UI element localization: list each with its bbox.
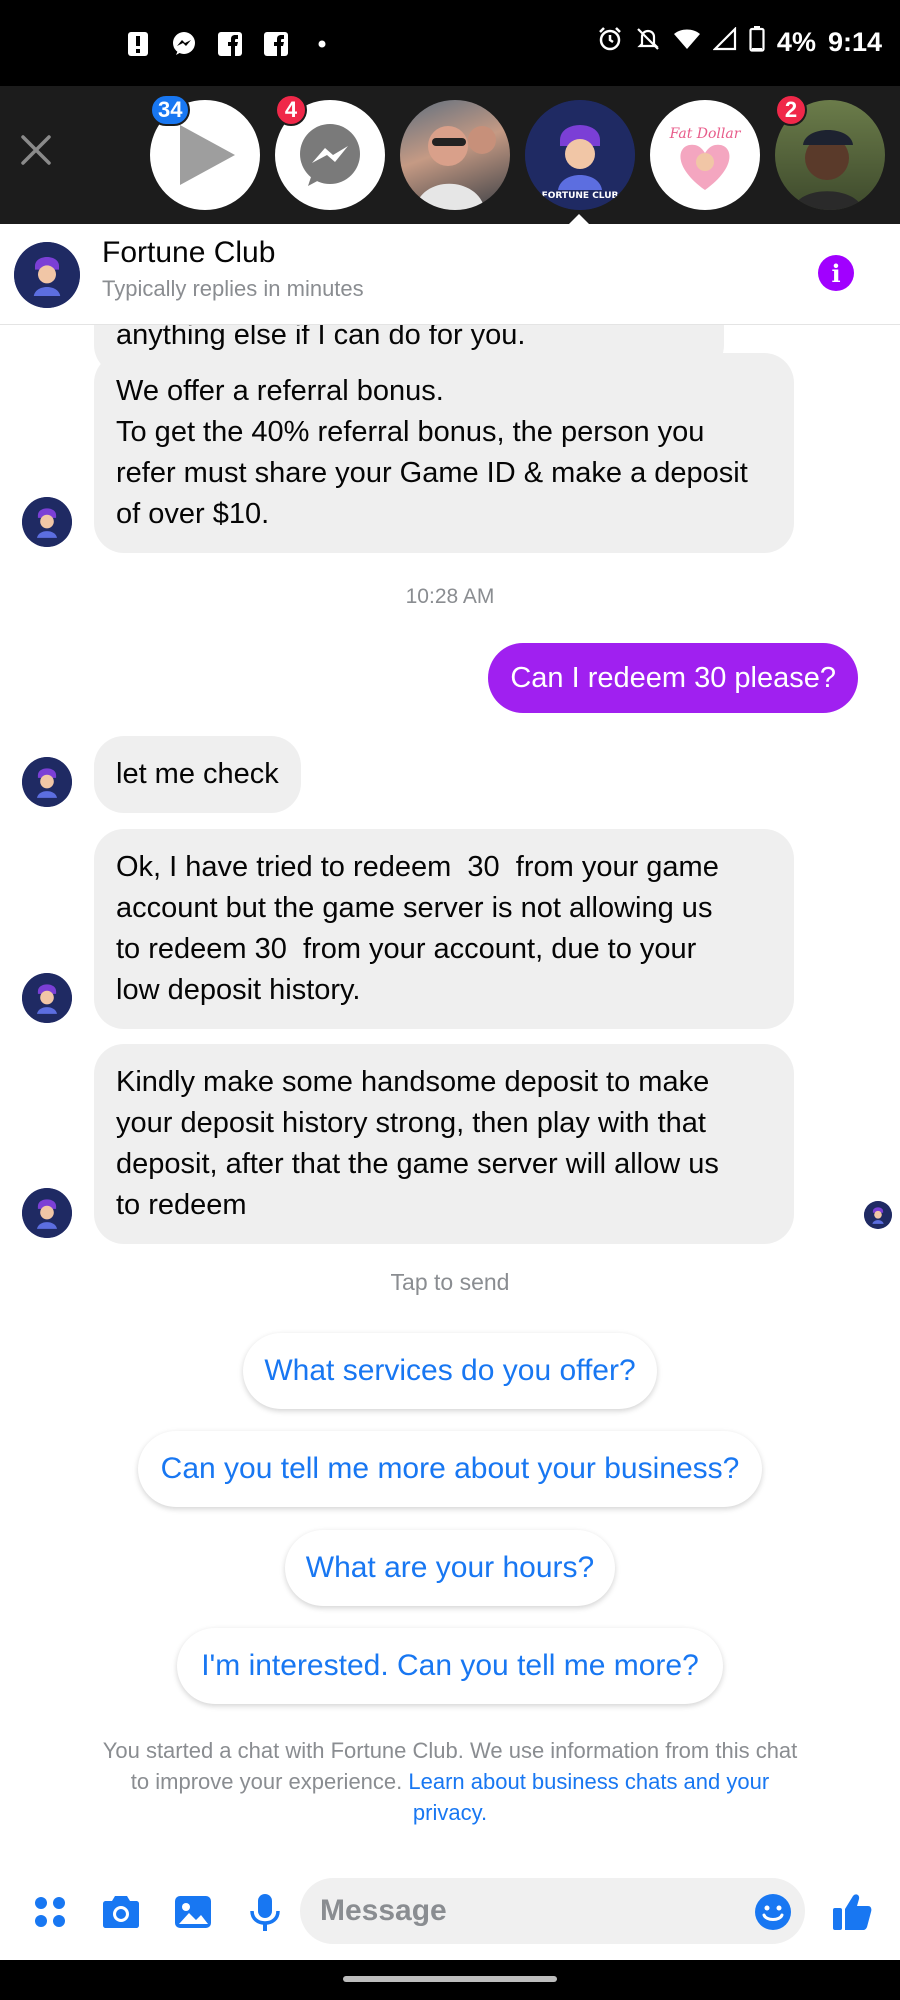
privacy-link[interactable]: Learn about business chats and your priv…	[408, 1769, 769, 1825]
quick-reply-business[interactable]: Can you tell me more about your business…	[138, 1431, 762, 1507]
message-input[interactable]	[300, 1878, 805, 1944]
close-icon[interactable]	[14, 128, 58, 172]
fortune-club-logo	[864, 1201, 892, 1229]
message-text: of over $10.	[116, 498, 270, 530]
message-text: let me check	[116, 758, 279, 790]
message-text: anything else if I can do for you.	[116, 325, 526, 351]
person-photo-icon	[415, 126, 496, 210]
message-text: to redeem	[116, 1189, 247, 1221]
message-text: refer must share your Game ID & make a d…	[116, 457, 748, 489]
fat-dollar-head[interactable]: Fat Dollar	[650, 100, 760, 210]
fortune-club-logo	[22, 757, 72, 807]
system-nav-bar	[0, 1960, 900, 2000]
fortune-club-logo: FORTUNE CLUB	[525, 100, 635, 210]
fortune-club-head[interactable]: FORTUNE CLUB	[525, 100, 635, 210]
sender-avatar[interactable]	[22, 1188, 72, 1238]
status-bar: 4% 9:14	[0, 0, 900, 86]
signal-icon	[712, 26, 737, 58]
unread-badge: 4	[275, 94, 307, 126]
notification-icons	[124, 30, 336, 58]
composer	[0, 1870, 900, 1960]
sender-avatar[interactable]	[22, 757, 72, 807]
like-icon[interactable]	[830, 1890, 874, 1934]
fortune-club-logo	[22, 973, 72, 1023]
svg-text:Fat Dollar: Fat Dollar	[669, 126, 742, 142]
system-status: 4% 9:14	[597, 26, 882, 59]
home-handle[interactable]	[343, 1976, 557, 1982]
quick-reply-services[interactable]: What services do you offer?	[243, 1333, 657, 1409]
message-bubble[interactable]: We offer a referral bonus. To get the 40…	[94, 353, 794, 553]
page-title[interactable]: Fortune Club	[102, 236, 275, 270]
message-list[interactable]: anything else if I can do for you. We of…	[0, 325, 900, 1870]
unread-badge: 2	[775, 94, 807, 126]
message-text: Ok, I have tried to redeem 30 from your …	[116, 851, 719, 883]
microphone-icon[interactable]	[243, 1890, 287, 1934]
message-text: To get the 40% referral bonus, the perso…	[116, 416, 705, 448]
message-bubble[interactable]: Ok, I have tried to redeem 30 from your …	[94, 829, 794, 1029]
page-subtitle: Typically replies in minutes	[102, 276, 364, 301]
emoji-icon[interactable]	[751, 1890, 795, 1934]
business-chat-disclaimer: You started a chat with Fortune Club. We…	[100, 1735, 800, 1828]
fortune-club-logo	[14, 242, 80, 308]
battery-icon	[749, 26, 765, 59]
message-text: your deposit history strong, then play w…	[116, 1107, 706, 1139]
alert-icon	[124, 30, 152, 58]
camera-icon[interactable]	[99, 1890, 143, 1934]
alarm-icon	[597, 26, 623, 59]
message-text: to redeem 30 from your account, due to y…	[116, 933, 697, 965]
clock: 9:14	[827, 27, 882, 57]
info-icon[interactable]: i	[818, 255, 854, 291]
fat-dollar-logo: Fat Dollar	[669, 126, 742, 190]
svg-text:FORTUNE CLUB: FORTUNE CLUB	[542, 191, 619, 201]
gallery-icon[interactable]	[171, 1890, 215, 1934]
message-text: account but the game server is not allow…	[116, 892, 713, 924]
timestamp: 10:28 AM	[405, 585, 495, 608]
fortune-club-logo	[22, 497, 72, 547]
battery-percent: 4%	[776, 27, 816, 57]
more-actions-icon[interactable]	[28, 1890, 72, 1934]
message-text: Kindly make some handsome deposit to mak…	[116, 1066, 710, 1098]
message-text: Can I redeem 30 please?	[510, 661, 836, 694]
mute-icon	[635, 26, 661, 59]
read-receipt-avatar	[864, 1201, 892, 1229]
chat-header: Fortune Club Typically replies in minute…	[0, 224, 900, 325]
sender-avatar[interactable]	[22, 497, 72, 547]
fortune-club-logo	[22, 1188, 72, 1238]
message-text: low deposit history.	[116, 974, 361, 1006]
message-bubble[interactable]: let me check	[94, 736, 301, 813]
message-text: We offer a referral bonus.	[116, 375, 444, 407]
sender-avatar[interactable]	[22, 973, 72, 1023]
tap-to-send-label: Tap to send	[390, 1269, 510, 1295]
quick-reply-interested[interactable]: I'm interested. Can you tell me more?	[177, 1628, 723, 1704]
facebook-icon	[262, 30, 290, 58]
outgoing-message[interactable]: Can I redeem 30 please?	[488, 643, 858, 713]
dot-icon	[308, 30, 336, 58]
facebook-icon	[216, 30, 244, 58]
message-bubble[interactable]: Kindly make some handsome deposit to mak…	[94, 1044, 794, 1244]
unread-badge: 34	[150, 94, 191, 126]
wifi-icon	[673, 27, 701, 58]
quick-reply-hours[interactable]: What are your hours?	[285, 1530, 615, 1606]
contact-photo-head[interactable]	[400, 100, 510, 210]
avatar[interactable]	[14, 242, 80, 308]
messenger-icon	[170, 30, 198, 58]
message-text: deposit, after that the game server will…	[116, 1148, 719, 1180]
